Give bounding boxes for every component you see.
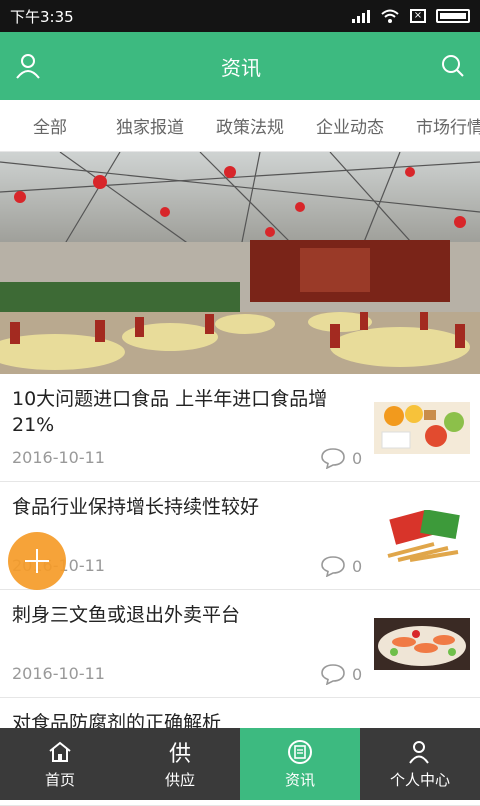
nav-home[interactable]: 首页: [0, 728, 120, 800]
comment-count: 0: [320, 447, 362, 469]
app-header: 资讯: [0, 32, 480, 100]
tab-exclusive[interactable]: 独家报道: [100, 113, 200, 138]
nav-profile[interactable]: 个人中心: [360, 728, 480, 800]
tab-policy[interactable]: 政策法规: [200, 113, 300, 138]
comment-icon: [321, 664, 345, 685]
comment-count-value: 0: [352, 448, 363, 468]
tab-all[interactable]: 全部: [0, 113, 100, 138]
nav-profile-label: 个人中心: [389, 770, 450, 789]
article-thumbnail: [374, 510, 470, 562]
comment-count-value: 0: [352, 664, 363, 684]
list-item[interactable]: 食品行业保持增长持续性较好 2016-10-11 0: [0, 482, 480, 590]
home-icon: [49, 741, 71, 762]
page-title: 资讯: [221, 55, 261, 80]
plus-icon: [25, 549, 49, 573]
tab-company[interactable]: 企业动态: [300, 113, 400, 138]
nav-supply[interactable]: 供 供应: [120, 728, 240, 800]
comment-icon: [321, 448, 345, 469]
nav-news[interactable]: 资讯: [240, 728, 360, 800]
nav-supply-label: 供应: [164, 770, 195, 789]
article-title: 刺身三文鱼或退出外卖平台: [12, 604, 241, 626]
nav-home-label: 首页: [44, 770, 75, 789]
user-icon: [409, 740, 429, 764]
news-icon: [288, 739, 312, 764]
status-icons: ×: [352, 8, 470, 24]
list-item[interactable]: 10大问题进口食品 上半年进口食品增21% 2016-10-11 0: [0, 374, 480, 482]
user-icon[interactable]: [14, 52, 42, 80]
article-title: 10大问题进口食品 上半年进口食品增21%: [12, 388, 328, 436]
article-thumbnail: [374, 618, 470, 670]
article-title: 食品行业保持增长持续性较好: [12, 496, 260, 518]
status-bar: 下午3:35 ×: [0, 0, 480, 32]
bottom-nav: 首页 供 供应 资讯 个人中心: [0, 728, 480, 800]
search-icon[interactable]: [440, 53, 466, 79]
list-item[interactable]: 刺身三文鱼或退出外卖平台 2016-10-11 0: [0, 590, 480, 698]
banquet-hall-photo: [0, 152, 480, 374]
nav-news-label: 资讯: [284, 770, 315, 789]
article-date: 2016-10-11: [12, 664, 105, 683]
add-button[interactable]: [8, 532, 66, 590]
no-sim-icon: ×: [410, 9, 426, 23]
signal-icon: [352, 9, 370, 23]
battery-icon: [436, 9, 470, 23]
comment-icon: [321, 556, 345, 577]
banner-image[interactable]: [0, 152, 480, 374]
comment-count: 0: [320, 663, 362, 685]
wifi-icon: [381, 9, 399, 23]
tab-market[interactable]: 市场行情: [400, 113, 480, 138]
comment-count-value: 0: [352, 556, 363, 576]
category-tabs: 全部 独家报道 政策法规 企业动态 市场行情: [0, 100, 480, 152]
comment-count: 0: [320, 555, 362, 577]
article-thumbnail: [374, 402, 470, 454]
article-date: 2016-10-11: [12, 448, 105, 467]
supply-icon: 供: [168, 741, 191, 767]
status-time: 下午3:35: [10, 7, 74, 26]
